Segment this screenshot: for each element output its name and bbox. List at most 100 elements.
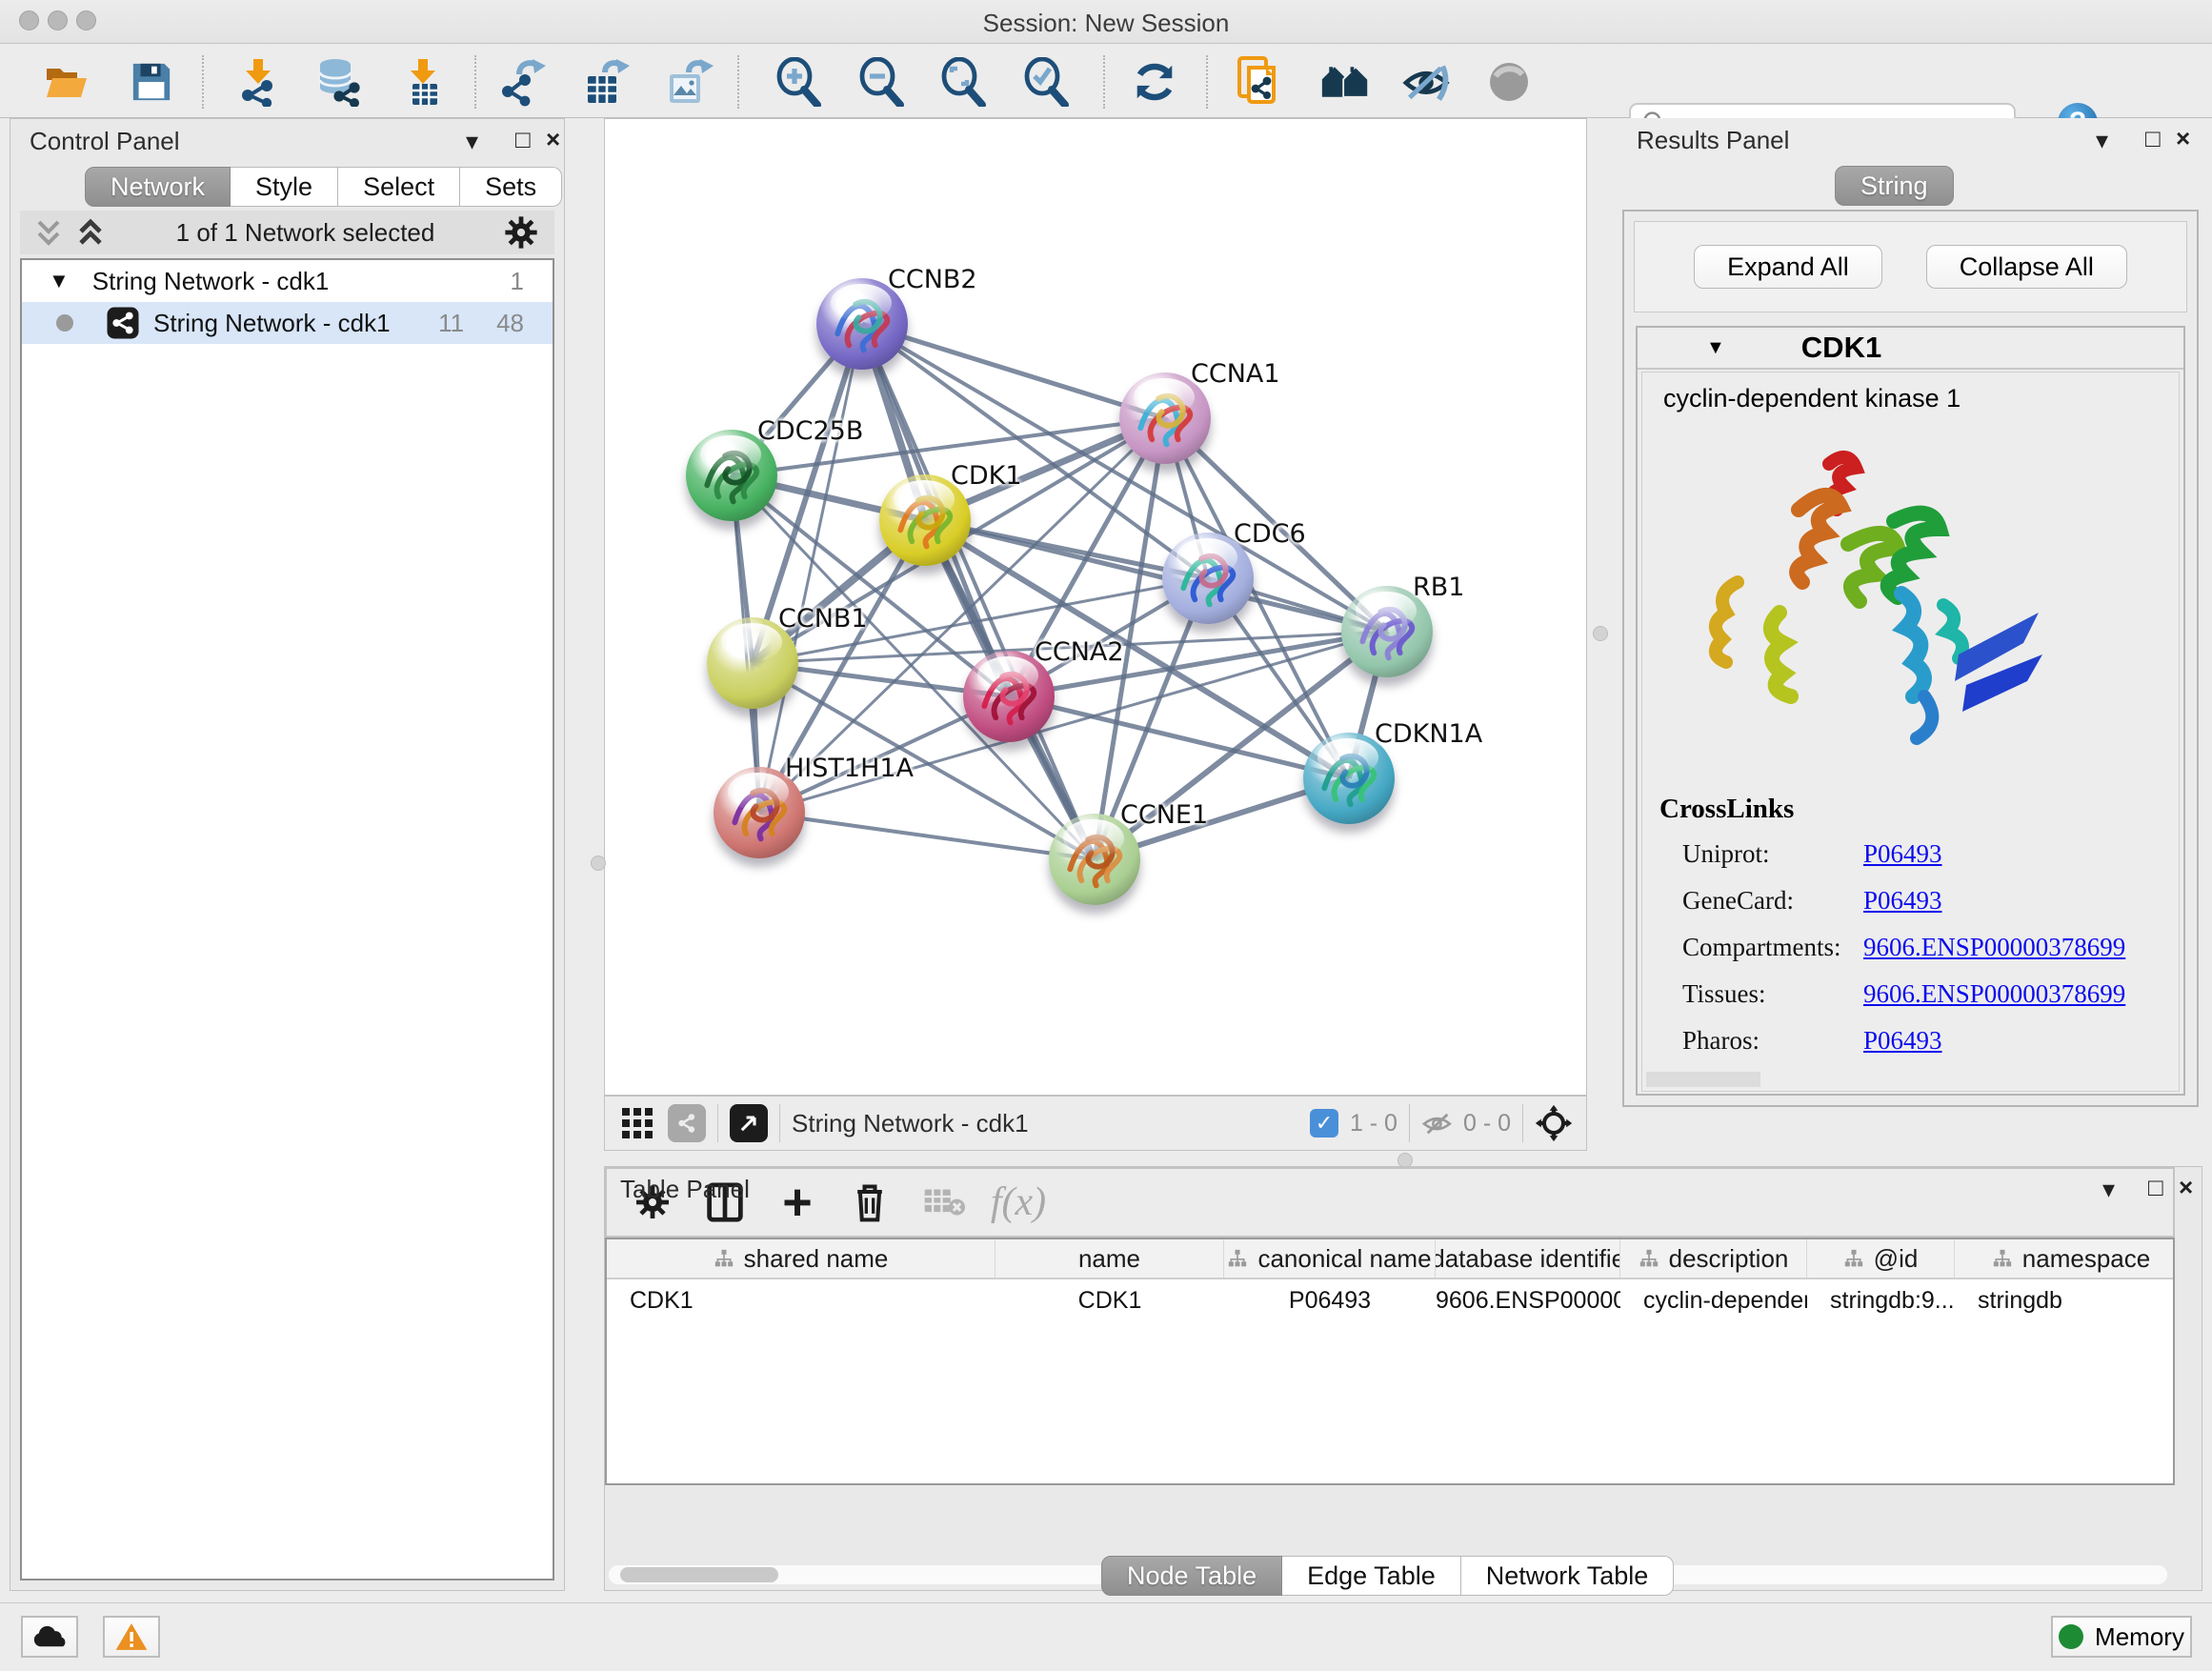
network-share-icon bbox=[106, 306, 140, 340]
add-column-button[interactable]: + bbox=[769, 1176, 826, 1229]
node-gloss-highlight bbox=[1356, 592, 1416, 630]
network-view-share-icon[interactable] bbox=[668, 1104, 706, 1142]
gear-icon[interactable] bbox=[503, 214, 539, 251]
table-cell[interactable]: CDK1 bbox=[607, 1287, 995, 1315]
column-header-name[interactable]: name bbox=[995, 1239, 1224, 1278]
tab-network-table[interactable]: Network Table bbox=[1461, 1556, 1675, 1596]
node-gloss-highlight bbox=[1317, 738, 1377, 776]
tab-style[interactable]: Style bbox=[231, 167, 338, 207]
clone-network-button[interactable] bbox=[1235, 57, 1284, 107]
network-node-count: 11 bbox=[438, 309, 464, 338]
column-header-description[interactable]: description bbox=[1620, 1239, 1807, 1278]
window-title: Session: New Session bbox=[0, 9, 2212, 38]
control-panel-maximize-button[interactable]: □ bbox=[515, 125, 531, 154]
control-panel-tabs: Network Style Select Sets bbox=[85, 167, 562, 207]
collapse-all-button[interactable]: Collapse All bbox=[1926, 245, 2127, 289]
tab-string[interactable]: String bbox=[1835, 166, 1954, 206]
zoom-in-button[interactable] bbox=[774, 57, 823, 107]
import-table-icon bbox=[399, 57, 447, 107]
table-cell[interactable]: CDK1 bbox=[995, 1287, 1224, 1315]
node-label-ccne1: CCNE1 bbox=[1120, 800, 1208, 830]
left-splitter-handle[interactable] bbox=[591, 856, 606, 871]
control-panel-close-button[interactable]: × bbox=[546, 125, 560, 154]
crosslink-value-link[interactable]: P06493 bbox=[1863, 1026, 1942, 1056]
expand-all-icon[interactable] bbox=[75, 218, 108, 247]
toolbar-separator bbox=[202, 55, 204, 109]
column-header--id[interactable]: @id bbox=[1807, 1239, 1955, 1278]
table-panel-close-button[interactable]: × bbox=[2179, 1173, 2193, 1202]
column-header-label: shared name bbox=[744, 1244, 889, 1274]
footer-separator bbox=[1409, 1104, 1410, 1142]
right-splitter-handle[interactable] bbox=[1593, 626, 1608, 641]
crosslinks-heading: CrossLinks bbox=[1659, 794, 1794, 825]
tab-node-table[interactable]: Node Table bbox=[1101, 1556, 1282, 1596]
selected-checkbox-icon[interactable]: ✓ bbox=[1310, 1109, 1338, 1137]
table-cell[interactable]: stringdb:9... bbox=[1807, 1287, 1955, 1315]
section-collapse-arrow-icon[interactable]: ▼ bbox=[1706, 337, 1725, 359]
diagonal-arrow-icon bbox=[737, 1112, 760, 1135]
grid-view-icon[interactable] bbox=[620, 1106, 654, 1140]
network-tree: ▼ String Network - cdk1 1 String Network… bbox=[20, 258, 554, 1580]
apply-layout-button[interactable] bbox=[1130, 57, 1179, 107]
crosslink-value-link[interactable]: 9606.ENSP00000378699 bbox=[1863, 979, 2125, 1009]
zoom-fit-button[interactable] bbox=[938, 57, 988, 107]
protein-section-header[interactable]: ▼ CDK1 bbox=[1638, 328, 2183, 370]
network-collection-row[interactable]: ▼ String Network - cdk1 1 bbox=[22, 260, 553, 302]
table-panel-float-button[interactable]: ▾ bbox=[2102, 1175, 2115, 1204]
protein-section-body: cyclin-dependent kinase 1 bbox=[1641, 372, 2180, 1092]
network-selection-count: 1 of 1 Network selected bbox=[108, 218, 503, 248]
crosslink-row: GeneCard:P06493 bbox=[1682, 886, 2159, 916]
crosslink-value-link[interactable]: P06493 bbox=[1863, 886, 1942, 916]
column-header-namespace[interactable]: namespace bbox=[1955, 1239, 2175, 1278]
table-cell[interactable]: P06493 bbox=[1224, 1287, 1436, 1315]
import-network-from-database-button[interactable] bbox=[314, 57, 364, 107]
show-all-button[interactable] bbox=[1484, 57, 1534, 107]
export-table-button[interactable] bbox=[582, 57, 632, 107]
tab-network[interactable]: Network bbox=[85, 167, 231, 207]
column-header-canonical-name[interactable]: canonical name bbox=[1224, 1239, 1436, 1278]
expand-all-button[interactable]: Expand All bbox=[1694, 245, 1882, 289]
export-image-button[interactable] bbox=[664, 57, 714, 107]
protein-structure-image bbox=[1680, 430, 2061, 773]
tab-select[interactable]: Select bbox=[338, 167, 460, 207]
hide-selected-button[interactable] bbox=[1402, 57, 1452, 107]
table-cell[interactable]: cyclin-dependent ... bbox=[1620, 1287, 1807, 1315]
collection-expand-arrow-icon[interactable]: ▼ bbox=[49, 269, 70, 293]
birds-eye-view-toggle[interactable] bbox=[730, 1104, 768, 1142]
title-bar: Session: New Session bbox=[0, 0, 2212, 44]
table-cell[interactable]: stringdb bbox=[1955, 1287, 2175, 1315]
hide-eye-icon bbox=[1402, 60, 1452, 104]
import-network-from-file-button[interactable] bbox=[233, 57, 283, 107]
collapse-all-icon[interactable] bbox=[33, 218, 66, 247]
import-table-from-file-button[interactable] bbox=[398, 57, 448, 107]
zoom-out-button[interactable] bbox=[856, 57, 906, 107]
network-row[interactable]: String Network - cdk1 11 48 bbox=[22, 302, 553, 344]
delete-table-button-disabled bbox=[915, 1176, 973, 1229]
tab-edge-table[interactable]: Edge Table bbox=[1282, 1556, 1461, 1596]
table-cell[interactable]: 9606.ENSP00000378699 bbox=[1436, 1287, 1620, 1315]
memory-button[interactable]: Memory bbox=[2051, 1616, 2192, 1658]
save-session-button[interactable] bbox=[127, 57, 176, 107]
table-row[interactable]: CDK1CDK1P064939606.ENSP00000378699cyclin… bbox=[607, 1279, 2173, 1321]
network-canvas[interactable]: CCNB2CCNA1CDC25BCDK1CDC6RB1CCNB1CCNA2CDK… bbox=[604, 118, 1587, 1096]
crosslink-value-link[interactable]: P06493 bbox=[1863, 839, 1942, 869]
tab-sets[interactable]: Sets bbox=[460, 167, 562, 207]
export-network-button[interactable] bbox=[500, 57, 550, 107]
column-header-database-identifier[interactable]: database identifier bbox=[1436, 1239, 1620, 1278]
results-panel-float-button[interactable]: ▾ bbox=[2096, 126, 2108, 155]
column-header-label: @id bbox=[1874, 1244, 1919, 1274]
cloud-status-button[interactable] bbox=[21, 1616, 78, 1658]
crosslink-value-link[interactable]: 9606.ENSP00000378699 bbox=[1863, 933, 2125, 962]
open-session-button[interactable] bbox=[42, 57, 91, 107]
zoom-selected-button[interactable] bbox=[1021, 57, 1071, 107]
warnings-button[interactable] bbox=[103, 1616, 160, 1658]
results-panel-maximize-button[interactable]: □ bbox=[2145, 124, 2161, 153]
control-panel-float-button[interactable]: ▾ bbox=[466, 127, 478, 156]
delete-column-button[interactable] bbox=[841, 1176, 898, 1229]
pan-crosshair-icon[interactable] bbox=[1535, 1104, 1573, 1142]
results-panel-close-button[interactable]: × bbox=[2176, 124, 2190, 153]
table-panel-maximize-button[interactable]: □ bbox=[2148, 1173, 2163, 1202]
crosslink-label: Pharos: bbox=[1682, 1026, 1863, 1056]
column-header-shared-name[interactable]: shared name bbox=[607, 1239, 995, 1278]
first-neighbors-button[interactable] bbox=[1320, 57, 1370, 107]
